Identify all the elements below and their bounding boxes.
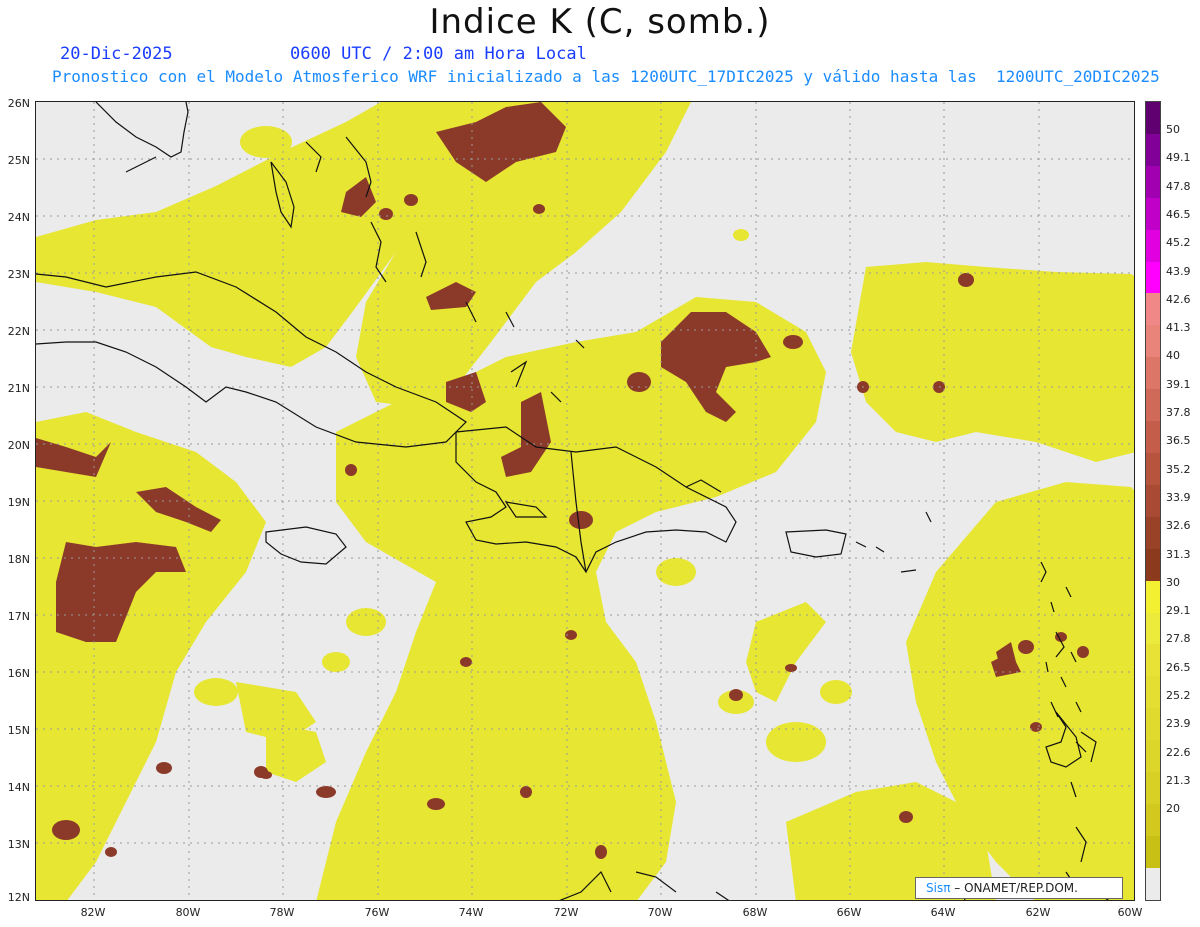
colorbar-label: 27.8 [1166,632,1191,646]
chart-title: Indice K (C, somb.) [429,2,771,42]
colorbar-swatch [1146,516,1160,549]
colorbar-label: 22.6 [1166,745,1191,759]
colorbar-swatch [1146,261,1160,294]
colorbar-label: 47.8 [1166,179,1191,193]
colorbar-swatch [1146,229,1160,262]
colorbar-label: 39.1 [1166,377,1191,391]
colorbar-swatch [1146,867,1160,900]
colorbar-swatch [1146,803,1160,836]
colorbar-swatch [1146,835,1160,868]
colorbar-swatch [1146,740,1160,773]
lat-label: 13N [7,838,30,851]
lat-label: 14N [7,781,30,794]
colorbar-label: 36.5 [1166,434,1191,448]
lon-label: 78W [269,906,295,919]
colorbar-swatch [1146,676,1160,709]
colorbar-swatch [1146,580,1160,613]
lat-label: 16N [7,667,30,680]
colorbar-swatch [1146,389,1160,422]
colorbar-label: 43.9 [1166,264,1191,278]
colorbar-swatch [1146,325,1160,358]
colorbar-label: 35.2 [1166,462,1191,476]
colorbar-label: 45.2 [1166,236,1191,250]
lat-label: 18N [7,553,30,566]
colorbar-label: 26.5 [1166,660,1191,674]
colorbar-swatch [1146,197,1160,230]
colorbar-label: 40 [1166,349,1180,363]
colorbar-label: 41.3 [1166,321,1191,335]
lat-label: 15N [7,724,30,737]
credit-box: Sisπ – ONAMET/REP.DOM. [915,877,1123,899]
colorbar-label: 30 [1166,575,1180,589]
colorbar-label: 29.1 [1166,604,1191,618]
lat-label: 22N [7,325,30,338]
colorbar-label: 32.6 [1166,519,1191,533]
colorbar-swatch [1146,357,1160,390]
colorbar-label: 49.1 [1166,151,1191,165]
k-index-20-30-field [36,102,1134,900]
lat-label: 17N [7,610,30,623]
colorbar-label: 46.5 [1166,207,1191,221]
colorbar-label: 33.9 [1166,490,1191,504]
colorbar-label: 42.6 [1166,292,1191,306]
colorbar-swatch [1146,772,1160,804]
colorbar-label: 31.3 [1166,547,1191,561]
colorbar-swatch [1146,421,1160,453]
colorbar-swatch [1146,708,1160,741]
colorbar-label: 21.3 [1166,773,1191,787]
colorbar-label: 50 [1166,123,1180,136]
sispi-logo: Sisπ [926,881,951,895]
lat-label: 25N [7,154,30,167]
map-canvas [36,102,1134,900]
lon-label: 62W [1025,906,1051,919]
lat-label: 24N [7,211,30,224]
lat-label: 19N [7,496,30,509]
lon-label: 76W [364,906,390,919]
colorbar-label: 20 [1166,802,1180,816]
forecast-time: 0600 UTC / 2:00 am Hora Local [290,44,587,64]
lon-label: 66W [836,906,862,919]
lat-label: 21N [7,382,30,395]
colorbar-swatch [1146,293,1160,326]
colorbar-swatch [1146,165,1160,198]
lat-label: 26N [7,97,30,110]
lon-label: 60W [1117,906,1143,919]
lon-label: 72W [553,906,579,919]
colorbar [1145,101,1161,901]
colorbar-label: 37.8 [1166,406,1191,419]
lon-label: 64W [930,906,956,919]
forecast-map [35,101,1135,901]
lat-label: 20N [7,439,30,452]
forecast-date: 20-Dic-2025 [60,44,173,64]
colorbar-label: 23.9 [1166,717,1191,731]
colorbar-swatch [1146,484,1160,517]
lon-label: 82W [80,906,106,919]
colorbar-swatch [1146,452,1160,485]
lon-label: 80W [175,906,201,919]
model-description: Pronostico con el Modelo Atmosferico WRF… [52,67,1160,86]
colorbar-swatch [1146,612,1160,645]
credit-org: – ONAMET/REP.DOM. [950,881,1078,895]
colorbar-swatch [1146,133,1160,166]
colorbar-swatch [1146,644,1160,677]
lon-label: 68W [742,906,768,919]
lon-label: 70W [647,906,673,919]
colorbar-swatch [1146,548,1160,581]
lon-label: 74W [458,906,484,919]
colorbar-swatch [1146,102,1160,134]
lat-label: 23N [7,268,30,281]
lat-label: 12N [7,891,30,904]
colorbar-label: 25.2 [1166,689,1191,702]
